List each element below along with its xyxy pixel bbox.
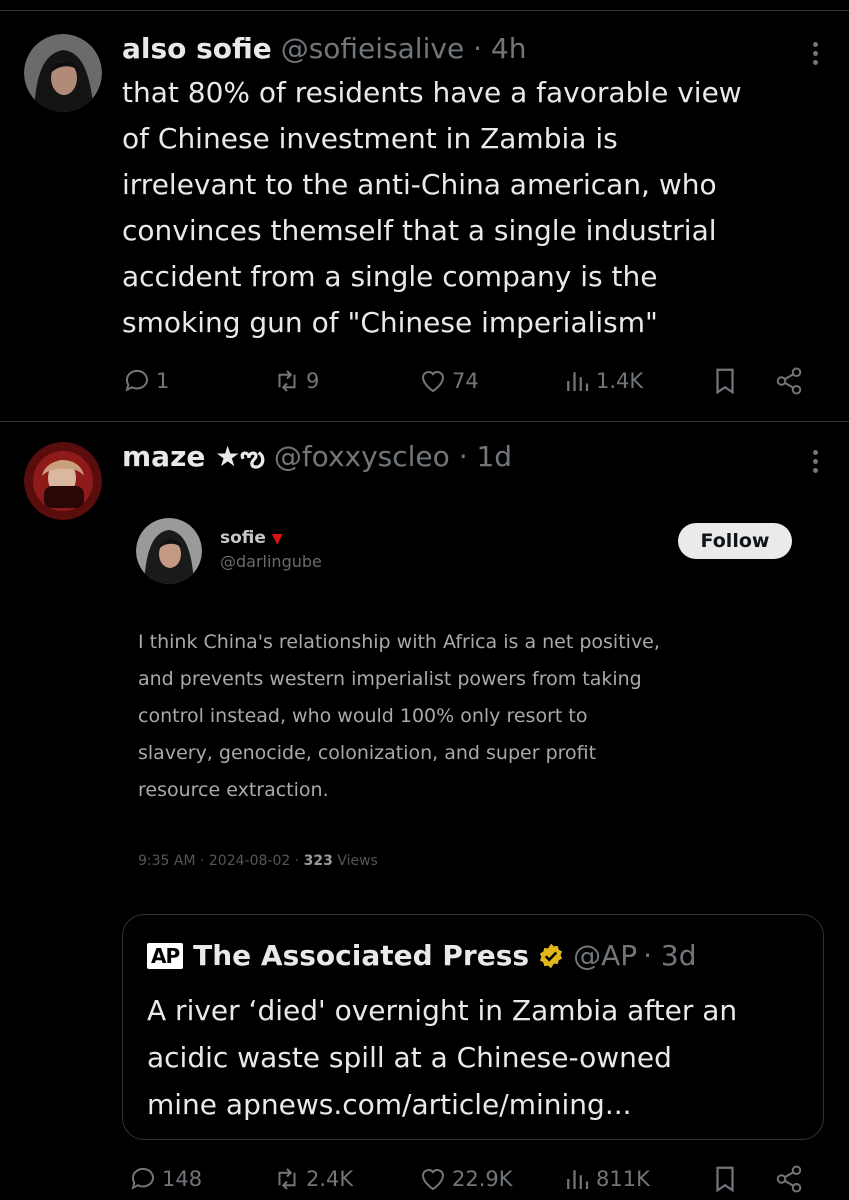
tweet-line: that 80% of residents have a favorable v…: [122, 76, 742, 109]
quoted-name: sofie ▼: [220, 528, 283, 548]
quote-card-time: · 3d: [643, 939, 697, 972]
quote-card-text: A river ‘died' overnight in Zambia after…: [147, 987, 807, 1128]
reply-count: 1: [156, 369, 170, 393]
bookmark-button[interactable]: [710, 366, 744, 396]
reply-button[interactable]: 148: [128, 1164, 202, 1194]
action-bar: 1 9 74 1.4K: [122, 366, 822, 402]
like-count: 22.9K: [452, 1167, 513, 1191]
tweet-line: irrelevant to the anti-China american, w…: [122, 168, 717, 201]
views-count: 1.4K: [596, 369, 644, 393]
retweet-icon: [278, 1168, 296, 1190]
tweet-text: that 80% of residents have a favorable v…: [122, 70, 822, 346]
views-button[interactable]: 811K: [562, 1164, 650, 1194]
like-icon: [421, 1169, 445, 1191]
quoted-timestamp: 9:35 AM · 2024-08-02 ·: [138, 853, 300, 869]
avatar[interactable]: [24, 34, 102, 112]
retweet-icon: [278, 370, 296, 392]
ap-logo-icon: AP: [147, 942, 184, 969]
tweet-line: of Chinese investment in Zambia is: [122, 122, 618, 155]
bookmark-icon: [716, 1166, 734, 1193]
tweet-header: maze ★ఌ @foxxyscleo · 1d: [122, 440, 512, 480]
views-count: 811K: [596, 1167, 650, 1191]
action-bar: 148 2.4K 22.9K 811K: [122, 1164, 822, 1200]
bookmark-button[interactable]: [710, 1164, 744, 1194]
more-icon[interactable]: [811, 38, 819, 69]
quoted-line: control instead, who would 100% only res…: [138, 705, 588, 727]
quoted-name-text: sofie: [220, 528, 266, 548]
embedded-screenshot[interactable]: sofie ▼ @darlingube Follow I think China…: [122, 488, 824, 908]
quote-card-line: mine apnews.com/article/mining...: [147, 1088, 632, 1121]
quoted-views-count: 323: [303, 853, 333, 869]
user-handle[interactable]: @sofieisalive: [281, 32, 464, 65]
follow-button: Follow: [678, 523, 792, 559]
views-icon: [567, 372, 589, 391]
tweet-divider: [0, 421, 849, 422]
views-icon: [567, 1170, 589, 1189]
views-button[interactable]: 1.4K: [562, 366, 643, 396]
like-button[interactable]: 22.9K: [418, 1164, 513, 1194]
quoted-meta: 9:35 AM · 2024-08-02 · 323 Views: [138, 853, 378, 869]
retweet-count: 2.4K: [306, 1167, 354, 1191]
like-icon: [421, 371, 445, 393]
quote-card-line: acidic waste spill at a Chinese-owned: [147, 1041, 672, 1074]
quote-card-header: AP The Associated Press @AP · 3d: [147, 939, 697, 972]
reply-button[interactable]: 1: [122, 366, 169, 396]
quoted-views-label: Views: [337, 853, 378, 869]
quote-card-name: The Associated Press: [193, 939, 530, 972]
avatar[interactable]: [24, 442, 102, 520]
quote-card-handle: @AP: [573, 939, 638, 972]
timestamp[interactable]: · 4h: [473, 32, 526, 65]
quoted-line: I think China's relationship with Africa…: [138, 631, 660, 653]
top-divider: [0, 10, 849, 11]
timestamp[interactable]: · 1d: [459, 440, 512, 473]
share-button[interactable]: [774, 1164, 808, 1194]
quoted-text: I think China's relationship with Africa…: [138, 624, 803, 809]
retweet-button[interactable]: 2.4K: [272, 1164, 353, 1194]
tweet-line: smoking gun of "Chinese imperialism": [122, 306, 658, 339]
share-button[interactable]: [774, 366, 808, 396]
display-name[interactable]: maze ★ఌ: [122, 440, 265, 473]
more-icon[interactable]: [811, 446, 819, 477]
display-name[interactable]: also sofie: [122, 32, 272, 65]
user-handle[interactable]: @foxxyscleo: [274, 440, 450, 473]
quoted-line: and prevents western imperialist powers …: [138, 668, 642, 690]
tweet-header: also sofie @sofieisalive · 4h: [122, 32, 526, 65]
quote-card-line: A river ‘died' overnight in Zambia after…: [147, 994, 738, 1027]
bookmark-icon: [716, 368, 734, 395]
quote-tweet-card[interactable]: AP The Associated Press @AP · 3d A river…: [122, 914, 824, 1140]
retweet-button[interactable]: 9: [272, 366, 319, 396]
like-count: 74: [452, 369, 479, 393]
tweet-line: convinces themself that a single industr…: [122, 214, 717, 247]
quoted-handle: @darlingube: [220, 552, 322, 571]
reply-icon: [131, 1167, 154, 1190]
quoted-line: resource extraction.: [138, 779, 329, 801]
reply-count: 148: [162, 1167, 203, 1191]
tweet-line: accident from a single company is the: [122, 260, 658, 293]
like-button[interactable]: 74: [418, 366, 479, 396]
quoted-line: slavery, genocide, colonization, and sup…: [138, 742, 597, 764]
retweet-count: 9: [306, 369, 320, 393]
verified-badge-icon: [539, 943, 563, 968]
share-icon: [776, 367, 802, 395]
heart-emoji-icon: ▼: [271, 531, 283, 547]
quoted-avatar: [136, 518, 202, 584]
share-icon: [776, 1165, 802, 1193]
reply-icon: [125, 369, 148, 392]
